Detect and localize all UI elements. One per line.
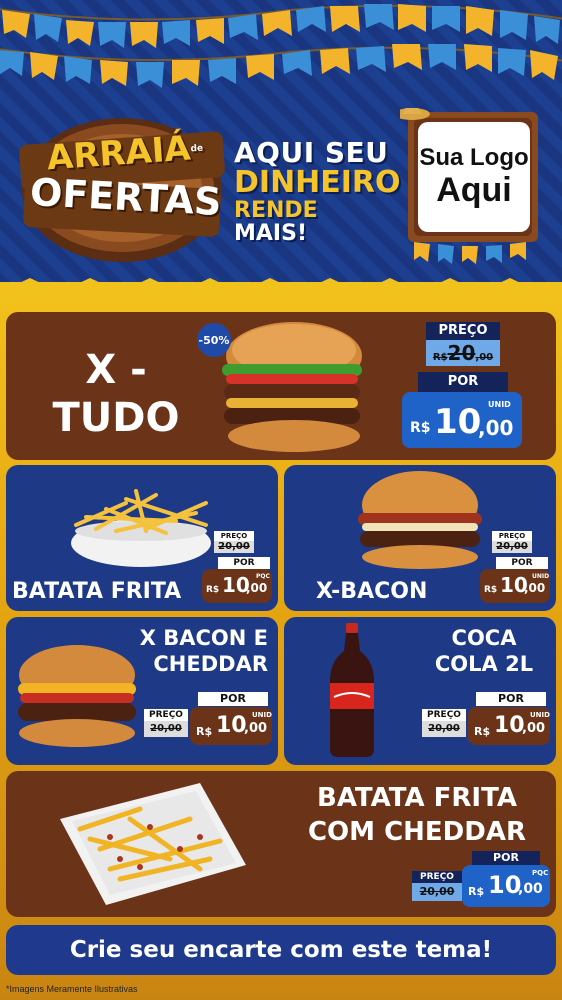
coca-cola-title-line2: COLA 2L xyxy=(434,652,534,676)
disclaimer: *Imagens Meramente Ilustrativas xyxy=(6,984,138,994)
x-tudo-new-prefix: R$ xyxy=(410,420,431,436)
your-logo-placeholder[interactable]: Sua Logo Aqui xyxy=(418,122,530,232)
batata-new-label: POR xyxy=(218,557,270,569)
x-bacon-new-price: UNID R$ 10 ,00 xyxy=(480,569,550,603)
card-batata-cheddar[interactable]: BATATA FRITA COM CHEDDAR POR PREÇO 20,00… xyxy=(6,771,556,917)
x-bacon-cheddar-title-line2: CHEDDAR xyxy=(153,652,268,676)
batata-unit: PQC xyxy=(256,573,270,580)
x-bacon-new-cents: ,00 xyxy=(524,581,546,595)
card-x-tudo[interactable]: X - TUDO -50% PREÇO R$20,00 POR UNID R$ … xyxy=(6,312,556,460)
x-tudo-old-value: 20 xyxy=(447,341,476,365)
yellow-zigzag-edge xyxy=(0,278,562,304)
batata-cheddar-new-cents: ,00 xyxy=(518,881,543,897)
batata-new-prefix: R$ xyxy=(206,585,220,595)
batata-cheddar-title: BATATA FRITA COM CHEDDAR xyxy=(308,781,526,849)
festival-bunting xyxy=(0,4,562,88)
x-bacon-cheddar-unit: UNID xyxy=(252,711,272,719)
x-bacon-cheddar-new-cents: ,00 xyxy=(244,721,268,736)
x-tudo-old-label: PREÇO xyxy=(426,322,500,340)
coca-cola-title-line1: COCA xyxy=(451,626,517,650)
batata-cheddar-title-line1: BATATA FRITA xyxy=(317,783,517,813)
coca-cola-old-label: PREÇO xyxy=(422,709,466,721)
tagline-line1: AQUI SEU xyxy=(234,136,389,169)
x-bacon-old-price: 20,00 xyxy=(492,541,532,553)
batata-cheddar-new-label: POR xyxy=(472,851,540,865)
batata-cheddar-new-value: 10 xyxy=(488,871,522,899)
x-bacon-cheddar-new-prefix: R$ xyxy=(196,725,213,738)
x-tudo-title: X - TUDO xyxy=(36,346,196,442)
logo-de: de xyxy=(190,143,204,155)
coca-cola-old-price: 20,00 xyxy=(422,721,466,737)
your-logo-line1: Sua Logo xyxy=(419,144,529,172)
card-batata-frita[interactable]: BATATA FRITA PREÇO 20,00 POR PQC R$ 10 ,… xyxy=(6,465,278,611)
batata-cheddar-new-price: PQC R$ 10 ,00 xyxy=(462,865,550,907)
tagline: AQUI SEU DINHEIRO RENDE MAIS! xyxy=(234,136,401,245)
x-bacon-cheddar-new-price: UNID R$ 10 ,00 xyxy=(190,707,272,745)
batata-cheddar-unit: PQC xyxy=(532,869,549,877)
batata-cheddar-old-price: 20,00 xyxy=(412,883,462,901)
coca-cola-unit: UNID xyxy=(530,711,550,719)
bacon-burger-image xyxy=(358,471,482,569)
your-logo-line2: Aqui xyxy=(436,170,512,209)
x-tudo-title-line2: TUDO xyxy=(52,395,180,441)
cheddar-burger-image xyxy=(18,645,136,747)
tagline-rende: RENDE xyxy=(234,197,318,223)
batata-old-label: PREÇO xyxy=(214,531,254,541)
tagline-mais: MAIS! xyxy=(234,220,307,246)
fries-image xyxy=(71,489,211,567)
coca-cola-new-value: 10 xyxy=(494,713,525,738)
batata-cheddar-old-label: PREÇO xyxy=(412,871,462,883)
x-tudo-new-price: UNID R$ 10 ,00 xyxy=(402,392,522,448)
logo-arraia: ARRAIÁ xyxy=(45,128,192,179)
arraia-logo-text: ARRAIÁde OFERTAS xyxy=(29,128,223,224)
card-x-bacon-cheddar[interactable]: X BACON E CHEDDAR POR PREÇO 20,00 UNID R… xyxy=(6,617,278,765)
x-bacon-cheddar-old-label: PREÇO xyxy=(144,709,188,721)
tagline-line2: DINHEIRO xyxy=(234,165,401,201)
coca-cola-new-price: UNID R$ 10 ,00 xyxy=(468,707,550,745)
x-bacon-cheddar-old-price: 20,00 xyxy=(144,721,188,737)
coca-cola-new-prefix: R$ xyxy=(474,725,491,738)
x-tudo-new-label: POR xyxy=(418,372,508,392)
card-x-bacon[interactable]: X-BACON PREÇO 20,00 POR UNID R$ 10 ,00 xyxy=(284,465,556,611)
x-tudo-title-line1: X - xyxy=(85,347,147,393)
tagline-line3: RENDE MAIS! xyxy=(234,199,394,245)
coca-cola-new-cents: ,00 xyxy=(522,721,546,736)
batata-cheddar-new-prefix: R$ xyxy=(468,885,485,898)
coca-cola-new-label: POR xyxy=(476,692,546,706)
batata-new-cents: ,00 xyxy=(246,581,268,595)
header-banner: ARRAIÁde OFERTAS AQUI SEU DINHEIRO RENDE… xyxy=(0,0,562,300)
x-bacon-old-label: PREÇO xyxy=(492,531,532,541)
discount-badge: -50% xyxy=(199,334,230,347)
card-coca-cola[interactable]: COCA COLA 2L POR PREÇO 20,00 UNID R$ 10 … xyxy=(284,617,556,765)
x-bacon-new-prefix: R$ xyxy=(484,585,498,595)
cheddar-fries-image xyxy=(60,783,246,905)
x-bacon-new-label: POR xyxy=(496,557,548,569)
batata-cheddar-title-line2: COM CHEDDAR xyxy=(307,817,526,847)
x-bacon-cheddar-title: X BACON E CHEDDAR xyxy=(140,625,268,677)
x-bacon-cheddar-new-label: POR xyxy=(198,692,268,706)
batata-frita-title: BATATA FRITA xyxy=(12,579,182,604)
logo-ofertas: OFERTAS xyxy=(28,170,223,225)
x-tudo-old-prefix: R$ xyxy=(432,352,448,363)
x-tudo-new-cents: ,00 xyxy=(478,416,514,440)
x-tudo-unit: UNID xyxy=(488,400,511,409)
batata-new-price: PQC R$ 10 ,00 xyxy=(202,569,272,603)
burger-image: -50% xyxy=(197,322,362,452)
x-bacon-cheddar-title-line1: X BACON E xyxy=(139,626,268,650)
x-tudo-new-value: 10 xyxy=(434,402,482,442)
batata-old-price: 20,00 xyxy=(214,541,254,553)
x-tudo-old-cents: ,00 xyxy=(475,352,494,363)
cola-bottle-image xyxy=(330,623,374,757)
x-bacon-title: X-BACON xyxy=(316,579,428,604)
x-tudo-old-price: R$20,00 xyxy=(426,340,500,366)
x-bacon-cheddar-new-value: 10 xyxy=(216,713,247,738)
coca-cola-title: COCA COLA 2L xyxy=(424,625,544,677)
create-flyer-button[interactable]: Crie seu encarte com este tema! xyxy=(6,925,556,975)
x-bacon-unit: UNID xyxy=(532,573,550,580)
